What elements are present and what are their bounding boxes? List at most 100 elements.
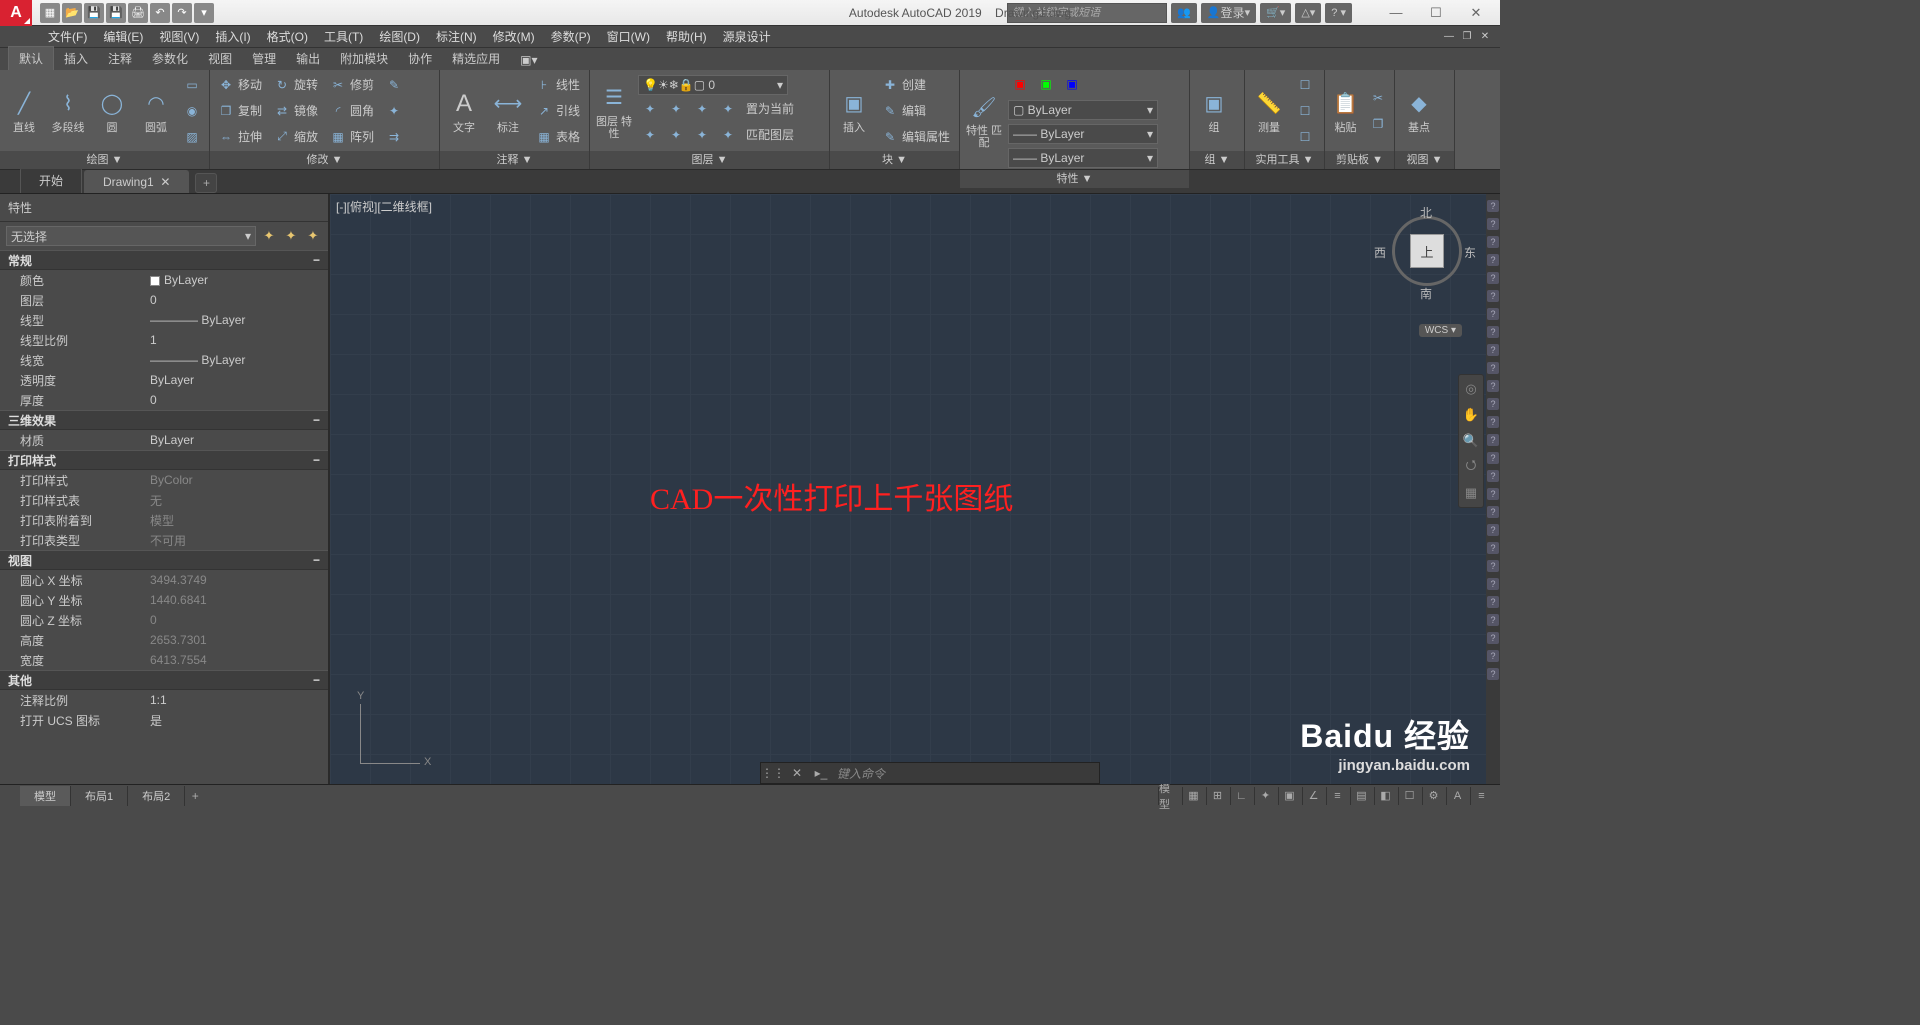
fillet-button[interactable]: ◜圆角 xyxy=(326,99,378,123)
prop-layer[interactable]: 图层0 xyxy=(0,290,328,310)
layer-ic8[interactable]: ✦ xyxy=(716,123,740,147)
rtab-annotate[interactable]: 注释 xyxy=(98,47,142,70)
util-ic2[interactable]: ☐ xyxy=(1293,99,1317,123)
help-q15[interactable]: ? xyxy=(1487,452,1499,464)
menu-insert[interactable]: 插入(I) xyxy=(207,26,258,48)
match-props-button[interactable]: 🖌特性 匹配 xyxy=(964,82,1004,158)
rect-icon[interactable]: ▭ xyxy=(180,73,204,97)
st-polar-icon[interactable]: ✦ xyxy=(1254,787,1276,805)
layout-1[interactable]: 布局1 xyxy=(71,786,128,806)
sec-other[interactable]: 其他− xyxy=(0,670,328,690)
sec-effects[interactable]: 三维效果− xyxy=(0,410,328,430)
rtab-param[interactable]: 参数化 xyxy=(142,47,198,70)
search-button[interactable]: 👥 xyxy=(1171,3,1197,23)
help-q7[interactable]: ? xyxy=(1487,308,1499,320)
layer-ic4[interactable]: ✦ xyxy=(716,97,740,121)
insert-button[interactable]: ▣插入 xyxy=(834,73,874,149)
layer-ic7[interactable]: ✦ xyxy=(690,123,714,147)
linear-button[interactable]: ⊦线性 xyxy=(532,73,584,97)
cut-icon[interactable]: ✂ xyxy=(1366,86,1390,110)
tab-add-button[interactable]: + xyxy=(195,173,217,193)
st-lwt-icon[interactable]: ≡ xyxy=(1326,787,1348,805)
dim-button[interactable]: ⟷标注 xyxy=(488,73,528,149)
panel-layers-title[interactable]: 图层 ▼ xyxy=(590,151,829,169)
copy-clip-icon[interactable]: ❐ xyxy=(1366,112,1390,136)
prop-lweight[interactable]: 线宽———— ByLayer xyxy=(0,350,328,370)
prop-color[interactable]: 颜色ByLayer xyxy=(0,270,328,290)
leader-button[interactable]: ↗引线 xyxy=(532,99,584,123)
login-button[interactable]: 👤 登录 ▾ xyxy=(1201,3,1256,23)
panel-modify-title[interactable]: 修改 ▼ xyxy=(210,151,439,169)
st-otrack-icon[interactable]: ∠ xyxy=(1302,787,1324,805)
st-qp-icon[interactable]: ◧ xyxy=(1374,787,1396,805)
qat-new-icon[interactable]: ▦ xyxy=(40,3,60,23)
nav-zoom-icon[interactable]: 🔍 xyxy=(1461,431,1481,451)
help-q23[interactable]: ? xyxy=(1487,596,1499,608)
layer-props-button[interactable]: ☰图层 特性 xyxy=(594,73,634,149)
st-osnap-icon[interactable]: ▣ xyxy=(1278,787,1300,805)
layer-ic3[interactable]: ✦ xyxy=(690,97,714,121)
maximize-button[interactable]: ☐ xyxy=(1416,0,1456,26)
line-button[interactable]: ╱直线 xyxy=(4,73,44,149)
rtab-collab[interactable]: 协作 xyxy=(398,47,442,70)
rtab-addon[interactable]: 附加模块 xyxy=(330,47,398,70)
pickadd-icon[interactable]: ✦ xyxy=(282,227,300,245)
panel-view-title[interactable]: 视图 ▼ xyxy=(1395,151,1454,169)
viewcube-w[interactable]: 西 xyxy=(1374,244,1386,261)
util-ic3[interactable]: ☐ xyxy=(1293,125,1317,149)
viewcube[interactable]: 上 北 南 东 西 xyxy=(1380,204,1470,294)
st-menu-icon[interactable]: ≡ xyxy=(1470,787,1492,805)
menu-window[interactable]: 窗口(W) xyxy=(599,26,658,48)
rotate-button[interactable]: ↻旋转 xyxy=(270,73,322,97)
qat-undo-icon[interactable]: ↶ xyxy=(150,3,170,23)
rtab-output[interactable]: 输出 xyxy=(286,47,330,70)
block-edit-button[interactable]: ✎编辑 xyxy=(878,99,954,123)
block-editattr-button[interactable]: ✎编辑属性 xyxy=(878,125,954,149)
help-q19[interactable]: ? xyxy=(1487,524,1499,536)
base-button[interactable]: ◆基点 xyxy=(1399,73,1439,149)
layout-2[interactable]: 布局2 xyxy=(128,786,185,806)
help-q12[interactable]: ? xyxy=(1487,398,1499,410)
menu-file[interactable]: 文件(F) xyxy=(40,26,95,48)
prop-transp[interactable]: 透明度ByLayer xyxy=(0,370,328,390)
help-q1[interactable]: ? xyxy=(1487,200,1499,212)
circle-button[interactable]: ◯圆 xyxy=(92,73,132,149)
layer-dropdown[interactable]: 💡☀❄🔒▢ 0▾ xyxy=(638,75,788,95)
st-ortho-icon[interactable]: ∟ xyxy=(1230,787,1252,805)
block-create-button[interactable]: ✚创建 xyxy=(878,73,954,97)
viewcube-e[interactable]: 东 xyxy=(1464,244,1476,261)
arc-button[interactable]: ◠圆弧 xyxy=(136,73,176,149)
quickselect-icon[interactable]: ✦ xyxy=(260,227,278,245)
viewcube-n[interactable]: 北 xyxy=(1420,204,1432,221)
trim-button[interactable]: ✂修剪 xyxy=(326,73,378,97)
menu-edit[interactable]: 编辑(E) xyxy=(95,26,151,48)
help-q9[interactable]: ? xyxy=(1487,344,1499,356)
prop-ucs[interactable]: 打开 UCS 图标是 xyxy=(0,710,328,730)
help-q10[interactable]: ? xyxy=(1487,362,1499,374)
mirror-button[interactable]: ⇄镜像 xyxy=(270,99,322,123)
array-button[interactable]: ▦阵列 xyxy=(326,125,378,149)
viewcube-s[interactable]: 南 xyxy=(1420,285,1432,302)
help-q27[interactable]: ? xyxy=(1487,668,1499,680)
nav-orbit-icon[interactable]: ⭯ xyxy=(1461,457,1481,477)
app-menu-button[interactable]: A xyxy=(0,0,32,26)
drawing-canvas[interactable]: [-][俯视][二维线框] CAD一次性打印上千张图纸 Y X 上 北 南 东 … xyxy=(330,194,1500,784)
cmd-close-icon[interactable]: ✕ xyxy=(785,766,809,780)
prop-thick[interactable]: 厚度0 xyxy=(0,390,328,410)
table-button[interactable]: ▦表格 xyxy=(532,125,584,149)
color-dropdown[interactable]: ▢ ByLayer▾ xyxy=(1008,100,1158,120)
wcs-badge[interactable]: WCS ▾ xyxy=(1419,324,1462,337)
tab-start[interactable]: 开始 xyxy=(20,167,82,193)
offset-icon[interactable]: ⇉ xyxy=(382,125,406,149)
help-q2[interactable]: ? xyxy=(1487,218,1499,230)
command-line[interactable]: ⋮⋮ ✕ ▸_ 键入命令 xyxy=(760,762,1100,784)
close-button[interactable]: ✕ xyxy=(1456,0,1496,26)
help-q25[interactable]: ? xyxy=(1487,632,1499,644)
explode-icon[interactable]: ✦ xyxy=(382,99,406,123)
exchange-icon[interactable]: 🛒▾ xyxy=(1260,3,1291,23)
rtab-featured[interactable]: 精选应用 xyxy=(442,47,510,70)
prop-ltscale[interactable]: 线型比例1 xyxy=(0,330,328,350)
panel-clip-title[interactable]: 剪贴板 ▼ xyxy=(1325,151,1394,169)
qat-save-icon[interactable]: 💾 xyxy=(84,3,104,23)
selectobj-icon[interactable]: ✦ xyxy=(304,227,322,245)
